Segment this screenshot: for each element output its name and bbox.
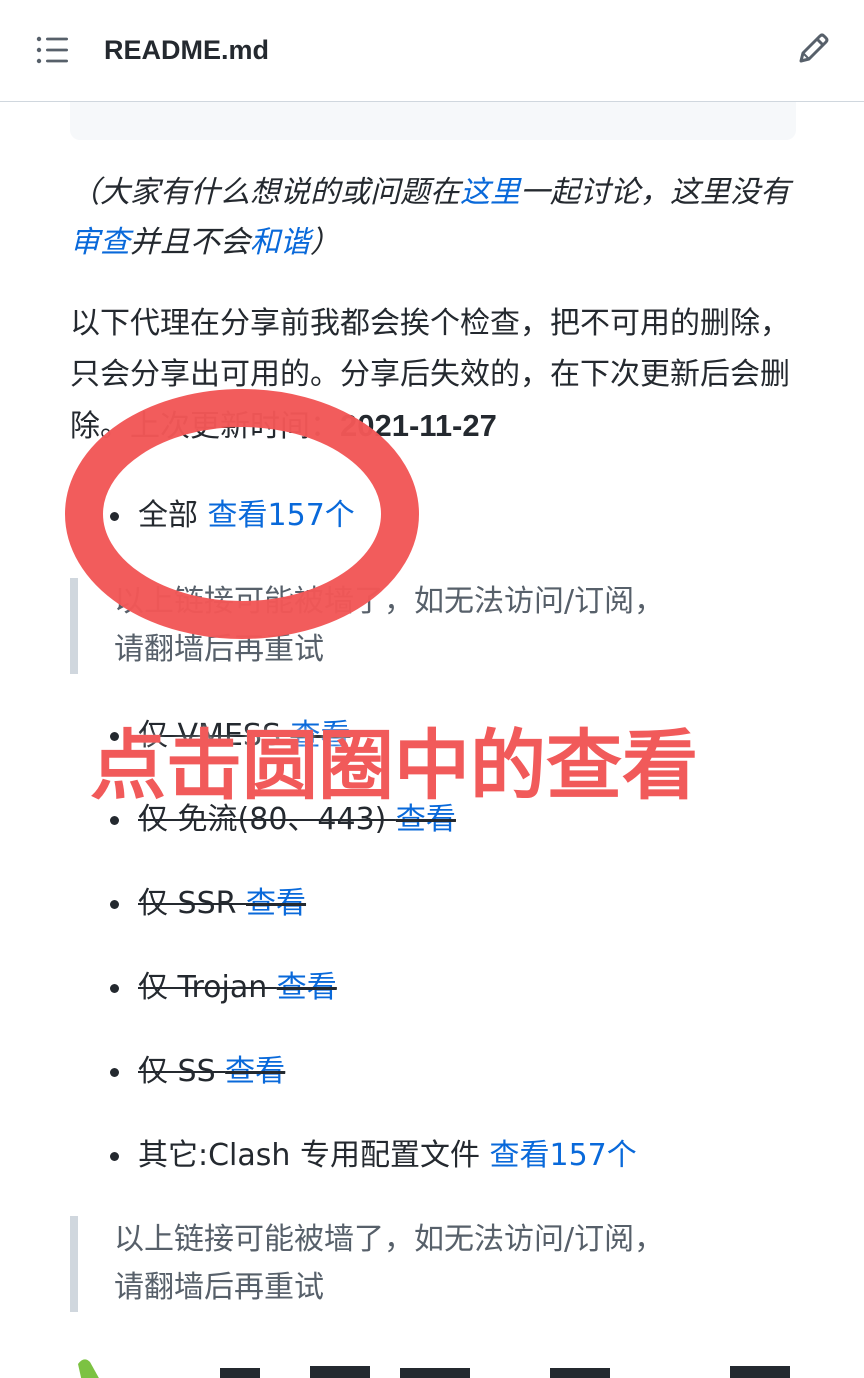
list-item-ssr: 仅 SSR 查看 <box>110 882 306 926</box>
top-bar: README.md <box>0 0 864 102</box>
list-icon[interactable] <box>36 36 70 64</box>
review-link[interactable]: 审查 <box>70 225 130 260</box>
view-ss-link[interactable]: 查看 <box>225 1054 285 1089</box>
heading-fragment-icon <box>78 1359 790 1378</box>
discussion-link[interactable]: 这里 <box>460 175 520 210</box>
harmony-link[interactable]: 和谐 <box>250 225 310 260</box>
view-trojan-link[interactable]: 查看 <box>277 970 337 1005</box>
annotation-circle <box>65 389 419 639</box>
blockquote-warning-2: 以上链接可能被墙了，如无法访问/订阅， 请翻墙后再重试 <box>70 1216 750 1312</box>
view-clash-link[interactable]: 查看157个 <box>490 1138 637 1173</box>
view-ssr-link[interactable]: 查看 <box>246 886 306 921</box>
list-item-clash: 其它:Clash 专用配置文件 查看157个 <box>110 1134 637 1178</box>
list-item-ss: 仅 SS 查看 <box>110 1050 285 1094</box>
discussion-note: （大家有什么想说的或问题在这里一起讨论，这里没有审查并且不会和谐） <box>70 175 790 260</box>
pencil-icon[interactable] <box>794 30 832 68</box>
file-title: README.md <box>104 35 270 65</box>
list-item-trojan: 仅 Trojan 查看 <box>110 966 337 1010</box>
code-block <box>70 102 796 140</box>
next-section-heading-partial <box>70 1350 790 1378</box>
annotation-text: 点击圆圈中的查看 <box>90 721 698 810</box>
